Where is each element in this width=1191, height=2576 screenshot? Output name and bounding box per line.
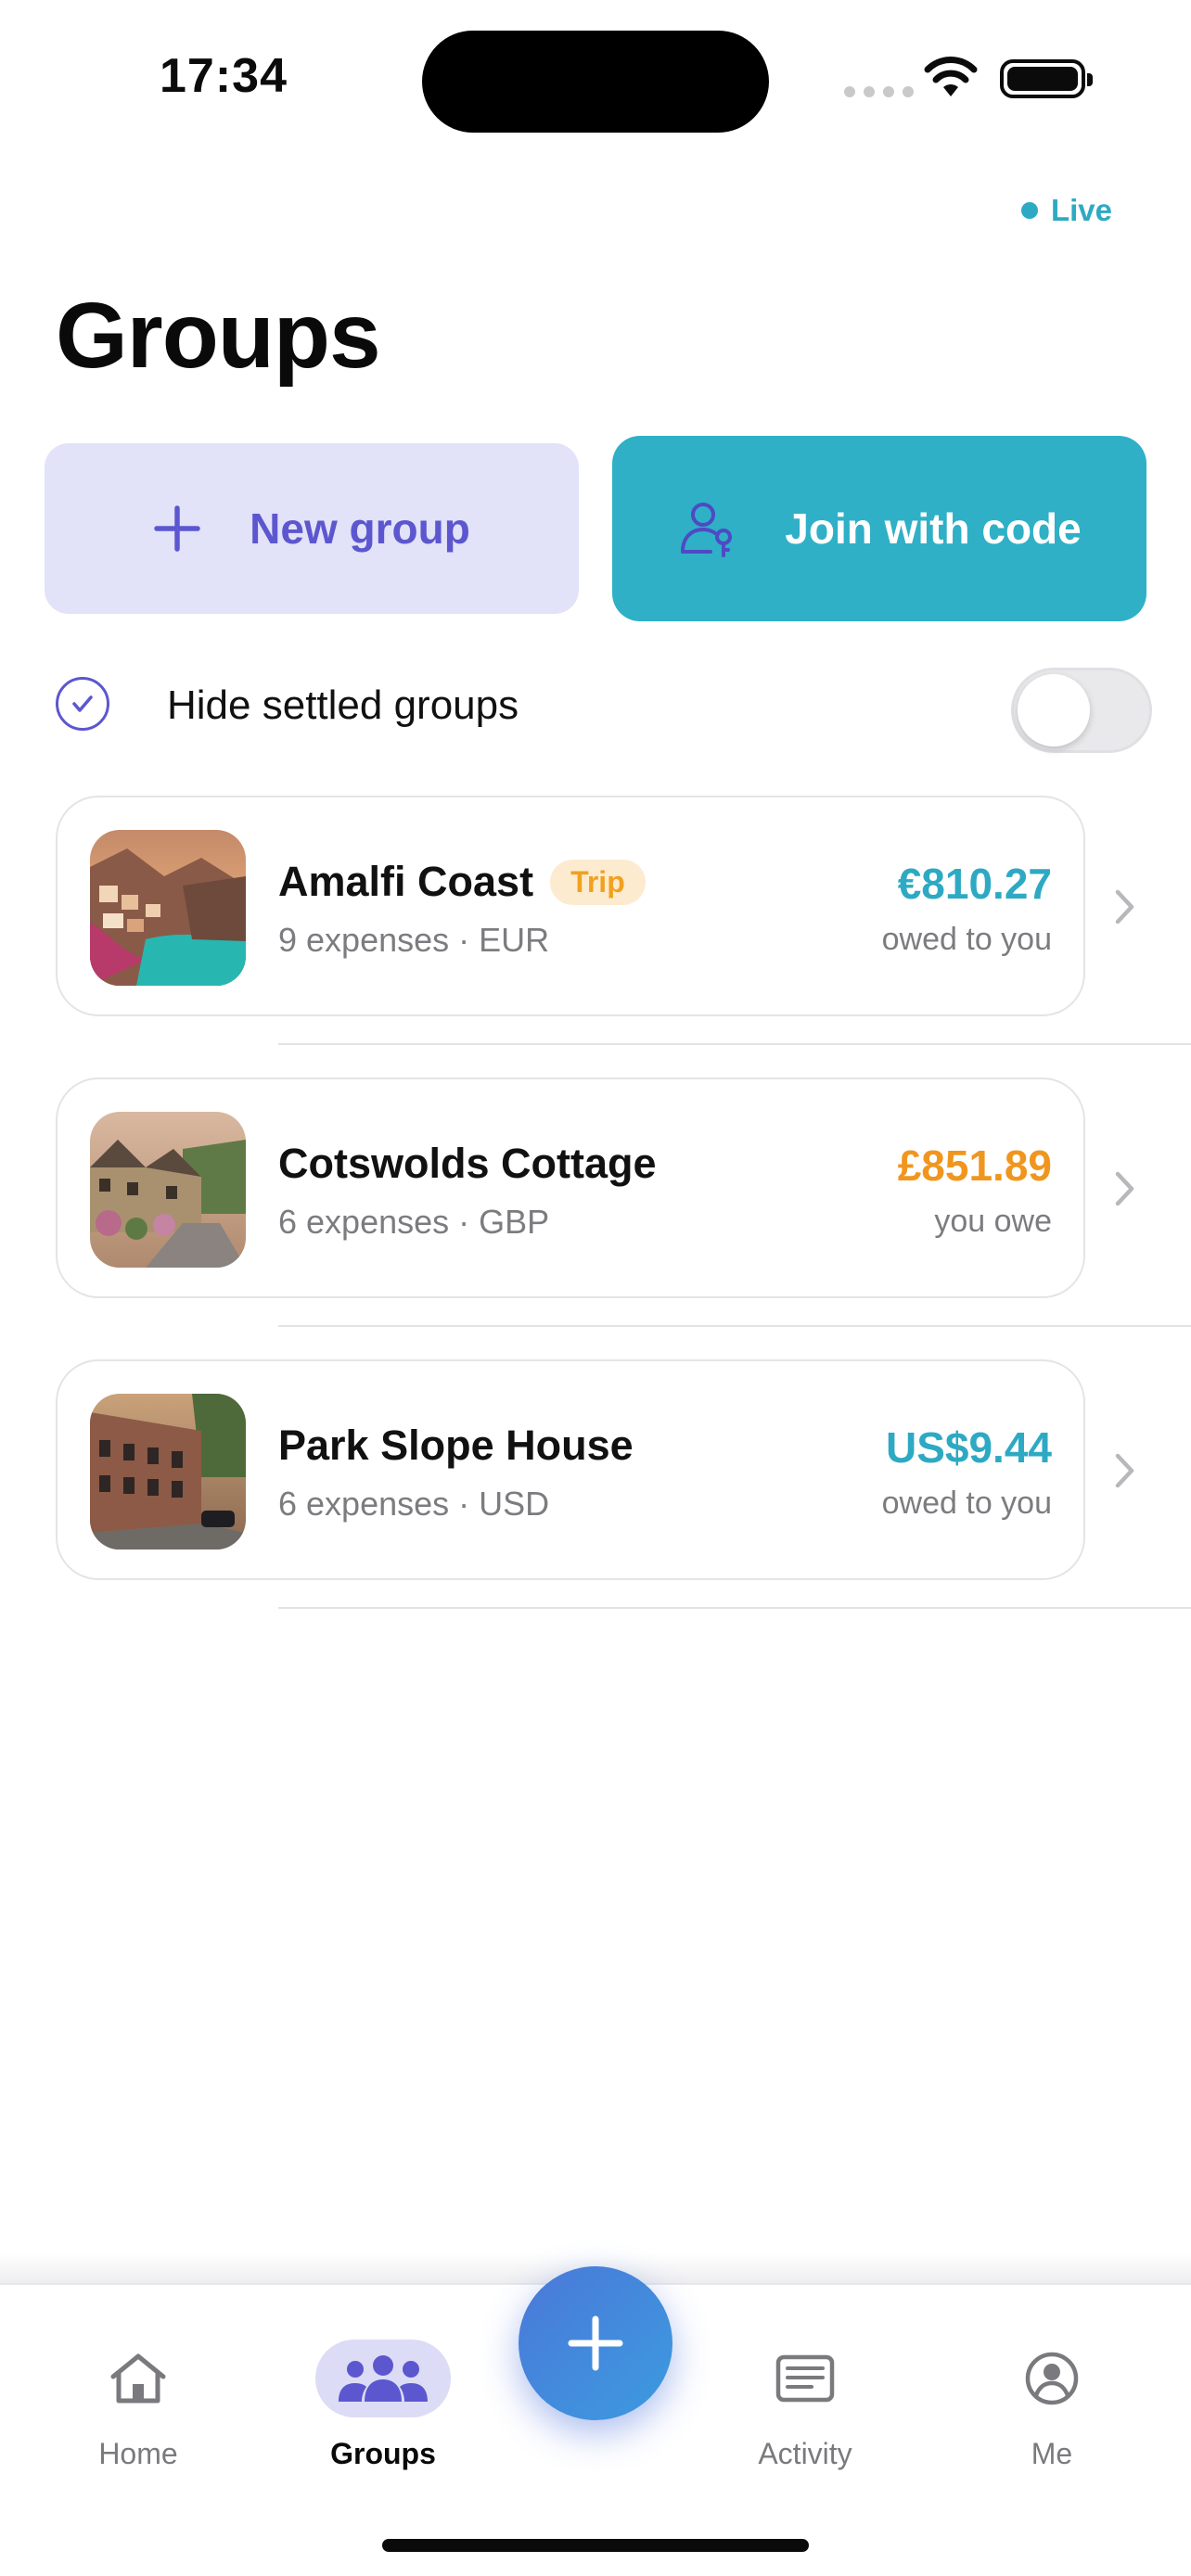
people-group-icon (339, 2355, 428, 2402)
groups-active-pill (315, 2340, 451, 2417)
battery-icon (1000, 59, 1093, 98)
join-with-code-button[interactable]: Join with code (612, 436, 1146, 621)
person-key-icon (681, 503, 733, 557)
chevron-right-icon[interactable] (1113, 1170, 1137, 1207)
group-meta: 6 expenses · GBP (278, 1203, 550, 1241)
tab-groups-label: Groups (330, 2437, 436, 2470)
group-thumbnail (90, 1394, 246, 1549)
group-balance-status: owed to you (881, 1486, 1052, 1521)
tab-me-label: Me (1031, 2437, 1073, 2470)
group-name: Cotswolds Cottage (278, 1140, 657, 1188)
check-circle-icon (56, 677, 109, 731)
live-label: Live (1050, 193, 1112, 227)
divider (278, 1607, 1191, 1609)
hide-settled-row: Hide settled groups (56, 668, 1152, 753)
group-card-amalfi-coast[interactable]: Amalfi Coast Trip 9 expenses · EUR €810.… (56, 796, 1085, 1016)
tab-me[interactable]: Me (964, 2337, 1140, 2471)
chevron-right-icon[interactable] (1113, 888, 1137, 925)
group-name: Amalfi Coast Trip (278, 858, 646, 906)
new-group-button[interactable]: New group (45, 443, 579, 614)
group-thumbnail (90, 1112, 246, 1268)
group-name-text: Cotswolds Cottage (278, 1140, 657, 1187)
group-card-cotswolds-cottage[interactable]: Cotswolds Cottage 6 expenses · GBP £851.… (56, 1078, 1085, 1298)
wifi-icon (924, 57, 978, 96)
tab-activity[interactable]: Activity (717, 2337, 893, 2471)
divider (278, 1325, 1191, 1327)
group-tag-badge: Trip (550, 859, 646, 905)
divider (278, 1043, 1191, 1045)
tab-groups[interactable]: Groups (295, 2337, 471, 2471)
join-with-code-label: Join with code (785, 504, 1082, 553)
group-name: Park Slope House (278, 1422, 634, 1470)
add-expense-button[interactable] (519, 2266, 672, 2420)
plus-icon (154, 505, 200, 552)
group-name-text: Park Slope House (278, 1422, 634, 1469)
new-group-label: New group (250, 504, 470, 553)
home-indicator (382, 2539, 809, 2552)
chevron-right-icon[interactable] (1113, 1452, 1137, 1489)
hide-settled-toggle[interactable] (1011, 668, 1152, 753)
group-card-park-slope-house[interactable]: Park Slope House 6 expenses · USD US$9.4… (56, 1359, 1085, 1580)
plus-icon (568, 2315, 623, 2371)
page-title: Groups (56, 284, 381, 388)
group-thumbnail (90, 830, 246, 986)
dynamic-island (422, 31, 769, 133)
group-balance-status: owed to you (881, 922, 1052, 957)
group-name-text: Amalfi Coast (278, 858, 534, 905)
group-meta: 6 expenses · USD (278, 1485, 550, 1523)
status-time: 17:34 (160, 49, 288, 103)
tab-activity-label: Activity (758, 2437, 852, 2470)
hide-settled-label: Hide settled groups (167, 682, 519, 728)
group-meta: 9 expenses · EUR (278, 921, 550, 959)
group-balance-amount: €810.27 (897, 860, 1052, 908)
live-dot-icon (1020, 202, 1038, 219)
activity-list-icon (775, 2354, 835, 2403)
cellular-signal-icon (844, 86, 914, 97)
tab-home-label: Home (98, 2437, 178, 2470)
tab-home[interactable]: Home (50, 2337, 226, 2471)
group-balance-status: you owe (934, 1204, 1052, 1239)
house-icon (110, 2353, 166, 2404)
group-balance-amount: £851.89 (897, 1141, 1052, 1190)
profile-icon (1025, 2352, 1079, 2405)
group-balance-amount: US$9.44 (885, 1423, 1052, 1472)
live-indicator: Live (1020, 193, 1112, 228)
